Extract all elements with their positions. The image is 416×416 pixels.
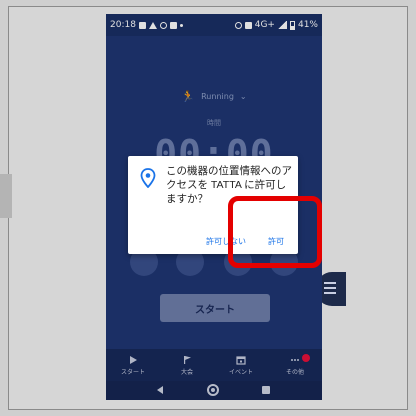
menu-icon — [324, 282, 336, 296]
highlight-box — [228, 196, 322, 268]
location-pin-icon — [140, 168, 156, 188]
left-edge-panel — [0, 174, 12, 218]
